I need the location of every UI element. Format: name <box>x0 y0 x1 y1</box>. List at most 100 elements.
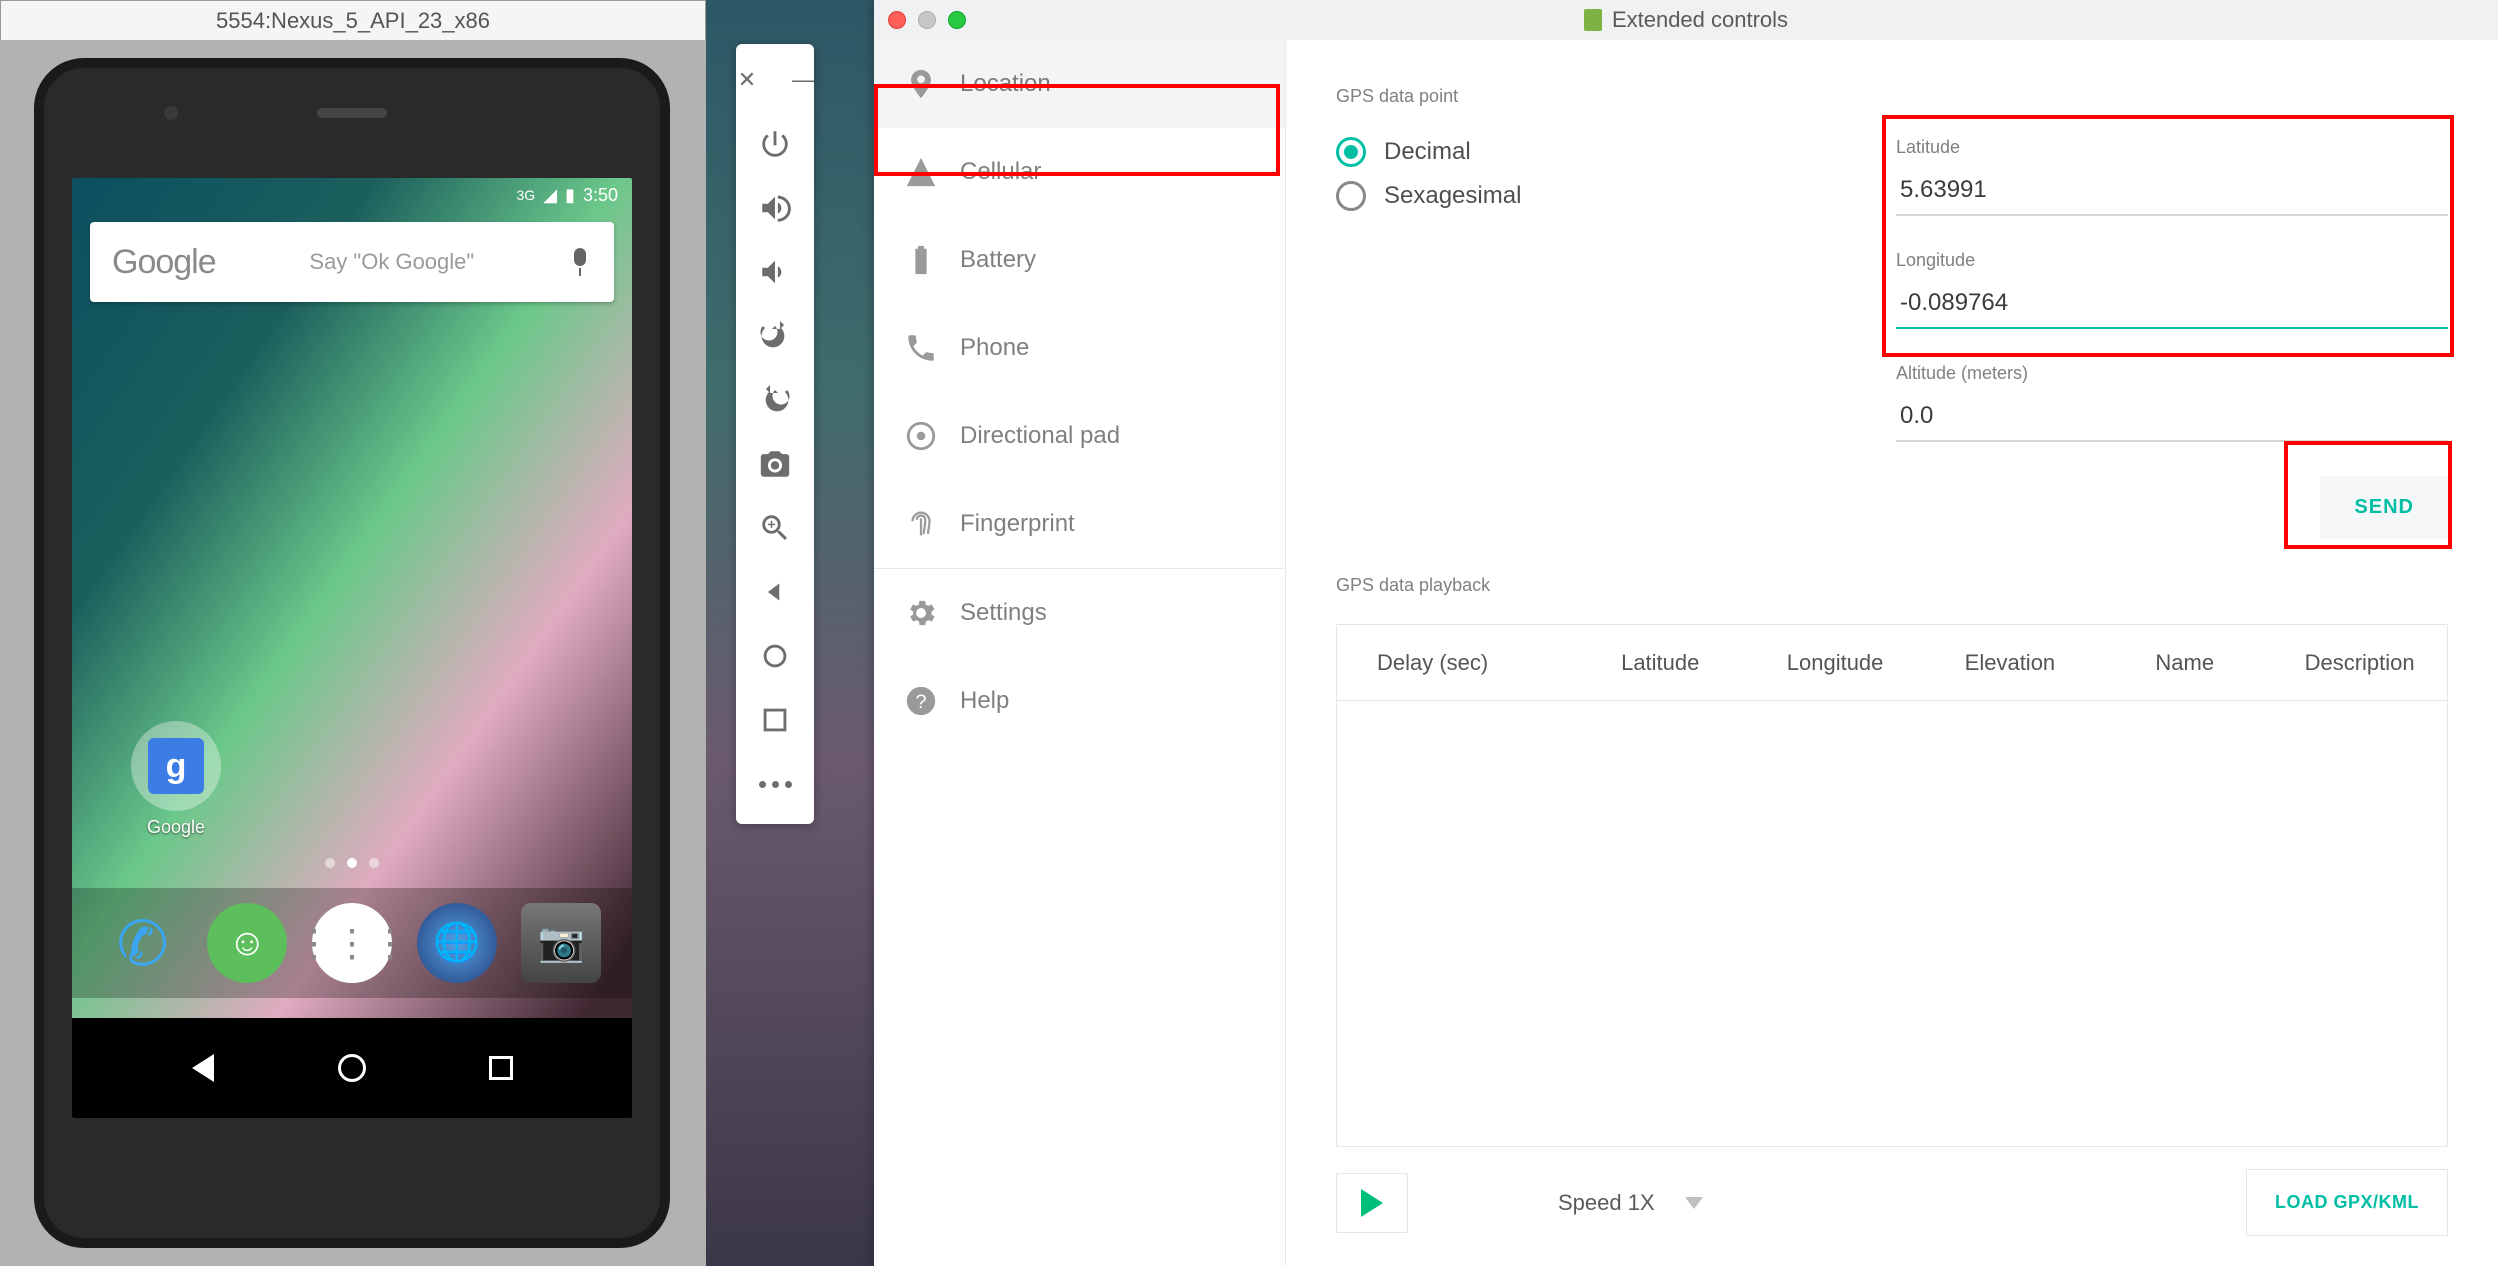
zoom-icon[interactable] <box>755 508 795 548</box>
android-navbar <box>72 1018 632 1118</box>
sidebar-item-label: Fingerprint <box>960 510 1075 538</box>
close-icon[interactable]: ✕ <box>727 60 767 100</box>
zoom-window-icon[interactable] <box>948 11 966 29</box>
minimize-icon[interactable]: — <box>783 60 823 100</box>
radio-unselected-icon <box>1336 181 1366 211</box>
sidebar-item-fingerprint[interactable]: Fingerprint <box>874 480 1285 568</box>
radio-sexagesimal[interactable]: Sexagesimal <box>1336 181 1896 211</box>
sidebar-item-dpad[interactable]: Directional pad <box>874 392 1285 480</box>
sidebar-item-cellular[interactable]: Cellular <box>874 128 1285 216</box>
latitude-input[interactable] <box>1896 170 2448 216</box>
volume-up-icon[interactable] <box>755 188 795 228</box>
battery-icon: ▮ <box>565 185 575 206</box>
sidebar-item-label: Location <box>960 70 1051 98</box>
fingerprint-icon <box>904 507 938 541</box>
sidebar-item-label: Help <box>960 687 1009 715</box>
play-button[interactable] <box>1336 1173 1408 1233</box>
emulator-window: 5554:Nexus_5_API_23_x86 3G ◢ ▮ 3:50 Goog… <box>0 0 706 1266</box>
status-bar: 3G ◢ ▮ 3:50 <box>72 178 632 212</box>
gps-point-heading: GPS data point <box>1336 86 2448 107</box>
google-logo-text: Google <box>112 243 216 282</box>
rotate-left-icon[interactable] <box>755 316 795 356</box>
mic-icon[interactable] <box>568 248 592 276</box>
play-icon <box>1361 1189 1383 1217</box>
power-icon[interactable] <box>755 124 795 164</box>
rotate-right-icon[interactable] <box>755 380 795 420</box>
more-icon[interactable] <box>755 764 795 804</box>
longitude-input[interactable] <box>1896 283 2448 329</box>
google-app-shortcut[interactable]: g Google <box>128 721 224 838</box>
earpiece-icon <box>317 108 387 118</box>
page-indicator <box>325 858 379 868</box>
location-pin-icon <box>904 67 938 101</box>
window-title: Extended controls <box>1612 7 1788 33</box>
volume-down-icon[interactable] <box>755 252 795 292</box>
sidebar: Location Cellular Battery Phone Directio… <box>874 40 1286 1266</box>
sidebar-item-label: Battery <box>960 246 1036 274</box>
signal-icon: ◢ <box>543 185 557 206</box>
sidebar-item-phone[interactable]: Phone <box>874 304 1285 392</box>
home-button[interactable] <box>334 1050 370 1086</box>
front-camera-icon <box>164 106 178 120</box>
sidebar-item-location[interactable]: Location <box>874 40 1285 128</box>
col-latitude: Latitude <box>1573 650 1748 676</box>
back-icon[interactable] <box>755 572 795 612</box>
radio-decimal[interactable]: Decimal <box>1336 137 1896 167</box>
extended-controls-window: Extended controls Location Cellular Batt… <box>874 0 2498 1266</box>
search-hint: Say "Ok Google" <box>309 249 474 275</box>
close-window-icon[interactable] <box>888 11 906 29</box>
status-clock: 3:50 <box>583 185 618 206</box>
messages-app-icon[interactable]: ☺ <box>207 903 287 983</box>
home-icon[interactable] <box>755 636 795 676</box>
radio-label: Sexagesimal <box>1384 182 1521 210</box>
radio-label: Decimal <box>1384 138 1471 166</box>
emulator-title: 5554:Nexus_5_API_23_x86 <box>0 0 706 40</box>
google-app-label: Google <box>128 817 224 838</box>
camera-app-icon[interactable]: 📷 <box>521 903 601 983</box>
load-gpx-kml-button[interactable]: LOAD GPX/KML <box>2246 1169 2448 1236</box>
dpad-icon <box>904 419 938 453</box>
back-button[interactable] <box>185 1050 221 1086</box>
send-button[interactable]: SEND <box>2320 476 2448 539</box>
radio-selected-icon <box>1336 137 1366 167</box>
table-header: Delay (sec) Latitude Longitude Elevation… <box>1337 625 2447 701</box>
col-desc: Description <box>2272 650 2447 676</box>
longitude-label: Longitude <box>1896 250 2448 271</box>
sidebar-item-label: Cellular <box>960 158 1041 186</box>
phone-app-icon[interactable]: ✆ <box>103 903 183 983</box>
overview-button[interactable] <box>483 1050 519 1086</box>
window-titlebar[interactable]: Extended controls <box>874 0 2498 40</box>
sidebar-item-battery[interactable]: Battery <box>874 216 1285 304</box>
google-search-widget[interactable]: Google Say "Ok Google" <box>90 222 614 302</box>
svg-text:?: ? <box>915 691 926 713</box>
col-elevation: Elevation <box>1923 650 2098 676</box>
sidebar-item-label: Directional pad <box>960 422 1120 450</box>
content-pane: GPS data point Decimal Sexagesimal L <box>1286 40 2498 1266</box>
latitude-label: Latitude <box>1896 137 2448 158</box>
minimize-window-icon[interactable] <box>918 11 936 29</box>
help-icon: ? <box>904 684 938 718</box>
overview-icon[interactable] <box>755 700 795 740</box>
playback-table: Delay (sec) Latitude Longitude Elevation… <box>1336 624 2448 1147</box>
sidebar-item-label: Phone <box>960 334 1029 362</box>
altitude-input[interactable] <box>1896 396 2448 442</box>
phone-screen[interactable]: 3G ◢ ▮ 3:50 Google Say "Ok Google" g Goo… <box>72 178 632 1118</box>
gps-playback-heading: GPS data playback <box>1336 575 2448 596</box>
col-delay: Delay (sec) <box>1337 650 1573 676</box>
app-drawer-icon[interactable]: ⋮⋮⋮ <box>312 903 392 983</box>
browser-app-icon[interactable]: 🌐 <box>417 903 497 983</box>
screenshot-icon[interactable] <box>755 444 795 484</box>
speed-select[interactable]: Speed 1X <box>1558 1190 1703 1216</box>
dock: ✆ ☺ ⋮⋮⋮ 🌐 📷 <box>72 888 632 998</box>
emulator-toolbar: ✕ — <box>736 44 814 824</box>
sidebar-item-help[interactable]: ? Help <box>874 657 1285 745</box>
battery-icon <box>904 243 938 277</box>
sidebar-item-settings[interactable]: Settings <box>874 569 1285 657</box>
phone-frame: 3G ◢ ▮ 3:50 Google Say "Ok Google" g Goo… <box>34 58 670 1248</box>
phone-icon <box>904 331 938 365</box>
coordinate-format-group: Decimal Sexagesimal <box>1336 137 1896 539</box>
gear-icon <box>904 596 938 630</box>
altitude-label: Altitude (meters) <box>1896 363 2448 384</box>
sidebar-item-label: Settings <box>960 599 1047 627</box>
table-body-empty <box>1337 701 2447 1146</box>
